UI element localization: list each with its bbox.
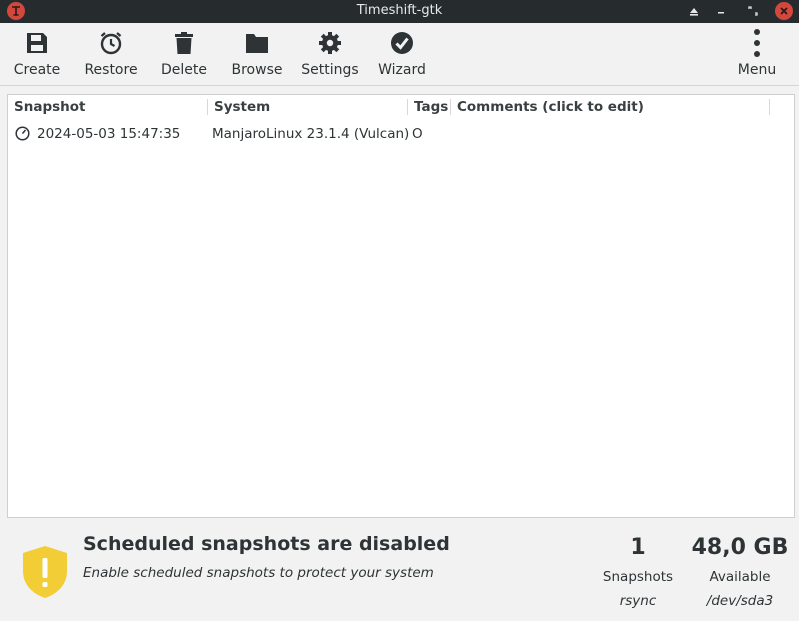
restore-button[interactable]: Restore [83,23,139,86]
timeshift-window: Timeshift-gtk Create Restore Delete Brow… [0,0,799,621]
kebab-menu-icon [744,29,770,57]
snapshot-list[interactable]: Snapshot System Tags Comments (click to … [7,94,795,518]
delete-button[interactable]: Delete [160,23,208,86]
clock-icon [15,126,30,145]
clock-icon [98,30,124,56]
menu-button[interactable]: Menu [735,23,779,86]
toolbar: Create Restore Delete Browse Settings Wi… [0,23,799,86]
browse-label: Browse [231,62,283,78]
window-title: Timeshift-gtk [356,3,443,18]
wizard-button[interactable]: Wizard [378,23,426,86]
column-divider[interactable] [450,99,451,115]
save-icon [24,30,50,56]
browse-button[interactable]: Browse [230,23,284,86]
status-subtitle: Enable scheduled snapshots to protect yo… [83,565,434,581]
status-title: Scheduled snapshots are disabled [83,533,450,555]
snapshot-type: rsync [619,593,657,609]
column-divider[interactable] [207,99,208,115]
settings-label: Settings [301,62,359,78]
title-bar: Timeshift-gtk [0,0,799,23]
column-header-tags[interactable]: Tags [414,99,448,115]
restore-label: Restore [84,62,138,78]
wizard-label: Wizard [378,62,426,78]
snapshot-date: 2024-05-03 15:47:35 [37,126,181,142]
maximize-button[interactable] [744,2,762,20]
column-header-system[interactable]: System [214,99,270,115]
warning-shield-icon [22,545,68,603]
folder-icon [244,30,270,56]
menu-label: Menu [737,62,777,78]
trash-icon [171,30,197,56]
close-button[interactable] [775,2,793,20]
delete-label: Delete [161,62,207,78]
column-divider[interactable] [769,99,770,115]
column-divider[interactable] [407,99,408,115]
create-button[interactable]: Create [12,23,62,86]
snapshots-count: 1 [630,535,646,560]
create-label: Create [13,62,61,78]
column-header-comments[interactable]: Comments (click to edit) [457,99,644,115]
gear-icon [317,30,343,56]
column-header-snapshot[interactable]: Snapshot [14,99,85,115]
snapshots-label: Snapshots [602,569,674,585]
list-header: Snapshot System Tags Comments (click to … [8,95,794,119]
device-name: /dev/sda3 [706,593,774,609]
keep-above-button[interactable] [685,2,703,20]
available-stat: 48,0 GB Available /dev/sda3 [690,535,790,609]
minimize-button[interactable] [712,2,730,20]
table-row[interactable]: 2024-05-03 15:47:35 ManjaroLinux 23.1.4 … [8,122,794,146]
check-circle-icon [389,30,415,56]
available-size: 48,0 GB [691,535,789,560]
snapshot-system: ManjaroLinux 23.1.4 (Vulcan) [212,126,410,142]
settings-button[interactable]: Settings [301,23,359,86]
snapshots-stat: 1 Snapshots rsync [597,535,679,609]
available-label: Available [709,569,771,585]
snapshot-tags: O [412,126,423,142]
status-panel: Scheduled snapshots are disabled Enable … [0,518,799,621]
